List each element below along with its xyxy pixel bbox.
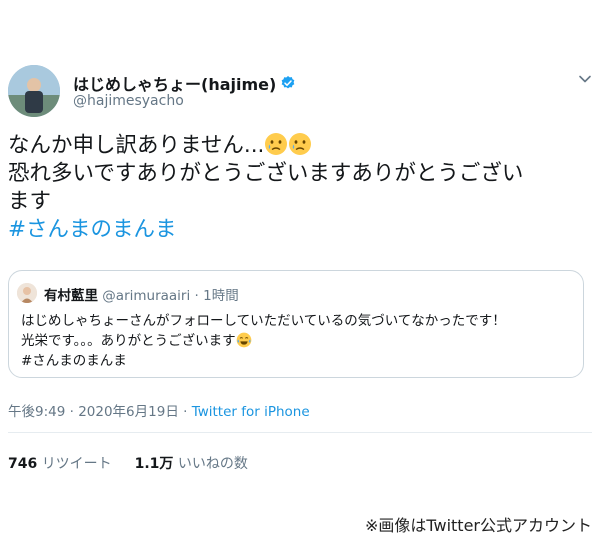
tweet-hashtag-link[interactable]: #さんまのまんま [8,216,593,244]
retweets-label: リツイート [41,456,112,472]
quoted-line-1: はじめしゃちょーさんがフォローしていただいているの気づいてなかったです！ [21,313,506,329]
crying-face-emoji-icon [289,133,312,155]
quoted-header: 有村藍里 @arimuraairi · 1時間 [44,284,239,304]
retweets-count: 746 [8,456,38,472]
quoted-line-2: 光栄です。。。ありがとうございます [21,331,506,351]
likes-count: 1.1万 [134,456,174,472]
tweet-stats: 746 リツイート 1.1万 いいねの数 [8,453,248,473]
quoted-text: はじめしゃちょーさんがフォローしていただいているの気づいてなかったです！ 光栄で… [21,311,506,371]
image-credit: ※画像はTwitter公式アカウント [364,516,592,535]
chevron-down-icon[interactable] [578,72,592,86]
tweet-line-1-text: なんか申し訳ありません... [8,133,265,158]
tweet-line-2: 恐れ多いですありがとうございますありがとうござい [8,161,524,186]
author-avatar[interactable] [8,65,60,117]
author-name-row[interactable]: はじめしゃちょー(hajime) [73,71,296,95]
quoted-display-name: 有村藍里 [44,288,98,304]
likes-stat[interactable]: 1.1万 いいねの数 [135,456,248,472]
likes-label: いいねの数 [177,456,248,472]
tweet-text: なんか申し訳ありません... 恐れ多いですありがとうございますありがとうござい … [8,132,593,244]
quoted-hashtag: #さんまのまんま [21,353,127,369]
tears-of-joy-emoji-icon [236,332,251,348]
tweet-line-3: ます [8,189,52,214]
timestamp-text[interactable]: 午後9:49 · 2020年6月19日 · [8,404,192,420]
quoted-author-avatar [17,283,37,303]
quoted-line-2-text: 光栄です。。。ありがとうございます [21,333,236,349]
quoted-handle-time: @arimuraairi · 1時間 [102,288,239,304]
crying-face-emoji-icon [265,133,288,155]
tweet-timestamp: 午後9:49 · 2020年6月19日 · Twitter for iPhone [8,400,310,420]
author-handle[interactable]: @hajimesyacho [73,93,184,109]
source-link[interactable]: Twitter for iPhone [192,404,310,420]
tweet-line-1: なんか申し訳ありません... [8,132,593,160]
verified-badge-icon [281,76,295,89]
author-display-name[interactable]: はじめしゃちょー(hajime) [73,71,276,95]
retweets-stat[interactable]: 746 リツイート [8,456,116,472]
quoted-tweet-card[interactable]: 有村藍里 @arimuraairi · 1時間 はじめしゃちょーさんがフォローし… [8,270,584,378]
divider [8,432,592,433]
